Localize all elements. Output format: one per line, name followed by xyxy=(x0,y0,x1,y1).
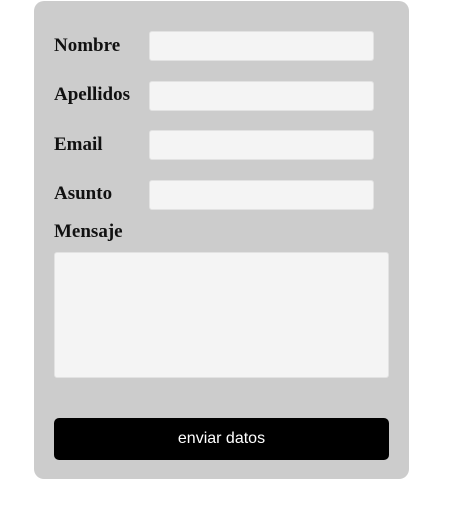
contact-form: Nombre Apellidos Email Asunto Mensaje en… xyxy=(34,1,409,479)
enviar-datos-button[interactable]: enviar datos xyxy=(54,418,389,460)
asunto-input[interactable] xyxy=(149,180,374,210)
apellidos-input[interactable] xyxy=(149,81,374,111)
mensaje-textarea[interactable] xyxy=(54,252,389,378)
asunto-label: Asunto xyxy=(54,183,113,204)
email-label: Email xyxy=(54,134,103,155)
apellidos-label: Apellidos xyxy=(54,84,131,105)
mensaje-label: Mensaje xyxy=(54,221,123,242)
nombre-input[interactable] xyxy=(149,31,374,61)
nombre-label: Nombre xyxy=(54,35,121,56)
email-input[interactable] xyxy=(149,130,374,160)
